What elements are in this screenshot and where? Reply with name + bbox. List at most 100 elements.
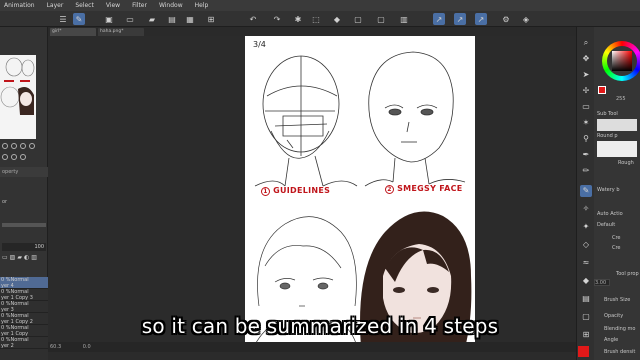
decoration-icon[interactable]: ✦ (580, 221, 592, 233)
zoom-value[interactable]: 60.3 (50, 344, 61, 350)
auto-select-icon[interactable]: ✶ (580, 117, 592, 129)
ruler-snap-icon[interactable]: ↗ (433, 13, 445, 25)
auto-action-set[interactable]: Default (597, 222, 615, 228)
fill-tool-icon[interactable]: ◆ (580, 275, 592, 287)
move-layer-icon[interactable]: ✢ (580, 85, 592, 97)
slider-track[interactable] (2, 223, 46, 227)
layer-row[interactable]: 0 %Normal yer 4 (0, 277, 48, 289)
pencil-tool-icon[interactable]: ✏ (580, 165, 592, 177)
save-icon[interactable]: ▤ (166, 13, 178, 25)
step-2-label: 2 SMEGSY FACE (385, 184, 463, 194)
menu-view[interactable]: View (106, 2, 120, 9)
reset-rotate-icon[interactable] (20, 154, 26, 160)
zoom-out-icon[interactable] (11, 143, 17, 149)
zoom-tool-icon[interactable]: ⌕ (580, 37, 592, 49)
select-all-icon[interactable]: ▢ (352, 13, 364, 25)
brush-tool-icon[interactable]: ✎ (580, 185, 592, 197)
brush-item[interactable]: Round p (597, 133, 618, 139)
pen-tool-icon[interactable]: ✒ (580, 149, 592, 161)
auto-action-header: Auto Actio (597, 211, 623, 217)
navigator-thumbnail[interactable] (0, 55, 36, 139)
fill-icon[interactable]: ◆ (331, 13, 343, 25)
step-1-label: 1 GUIDELINES (261, 186, 330, 196)
delete-layer-icon[interactable]: ▥ (31, 254, 37, 263)
color-saturation-square[interactable] (612, 51, 632, 71)
brush-size-label: Brush Size (604, 297, 631, 303)
print-icon[interactable]: ⊞ (205, 13, 217, 25)
deselect-icon[interactable]: ▢ (375, 13, 387, 25)
tab-girl[interactable]: girl* (50, 28, 96, 36)
brush-preview[interactable] (597, 141, 637, 157)
actual-size-icon[interactable] (11, 154, 17, 160)
menu-select[interactable]: Select (75, 2, 94, 9)
action-item[interactable]: Cre (612, 245, 621, 251)
special-ruler-icon[interactable]: ↗ (454, 13, 466, 25)
main-color-swatch[interactable] (578, 346, 589, 357)
eyedropper-icon[interactable]: ⚲ (580, 133, 592, 145)
menu-window[interactable]: Window (159, 2, 183, 9)
export-icon[interactable]: ▦ (184, 13, 196, 25)
fit-icon[interactable] (2, 154, 8, 160)
tool-label: or (2, 199, 8, 205)
clear-icon[interactable]: ✱ (292, 13, 304, 25)
rotate-icon[interactable] (20, 143, 26, 149)
grid-snap-icon[interactable]: ↗ (475, 13, 487, 25)
command-bar: ☰ ✎ ▣ ▭ ▰ ▤ ▦ ⊞ ↶ ↷ ✱ ⬚ ◆ ▢ ▢ ▥ ↗ ↗ ↗ ⚙ … (0, 11, 640, 27)
menu-filter[interactable]: Filter (132, 2, 147, 9)
snap-icon[interactable]: ▥ (398, 13, 410, 25)
new-file-icon[interactable]: ▭ (124, 13, 136, 25)
new-vector-icon[interactable]: ▨ (10, 254, 16, 263)
brush-item[interactable]: Watery b (597, 187, 620, 193)
layer-row[interactable]: 0 %Normal yer 2 (0, 337, 48, 349)
undo-icon[interactable]: ↶ (247, 13, 259, 25)
coord-value: 0.0 (82, 344, 91, 350)
brush-item[interactable]: Rough (618, 160, 634, 166)
layer-toolbar: ▭ ▨ ▰ ◐ ▥ (2, 254, 46, 263)
menu-help[interactable]: Help (195, 2, 209, 9)
blend-tool-icon[interactable]: ≈ (580, 257, 592, 269)
new-canvas-icon[interactable]: ▣ (103, 13, 115, 25)
layer-opacity-field[interactable]: 100 (2, 243, 46, 251)
folder-icon[interactable]: ▰ (17, 254, 22, 263)
layer-row[interactable]: 0 %Normal yer 3 (0, 301, 48, 313)
rgb-value: 255 (616, 96, 626, 102)
document-tabs: girl* haha.png* (48, 27, 576, 36)
operation-tool-icon[interactable]: ➤ (580, 69, 592, 81)
transform-icon[interactable]: ⬚ (310, 13, 322, 25)
step-1-number: 1 (261, 187, 270, 196)
eraser-icon[interactable]: ◇ (580, 239, 592, 251)
brush-size-value[interactable]: 3.00 (594, 279, 610, 286)
action-item[interactable]: Cre (612, 235, 621, 241)
redo-icon[interactable]: ↷ (271, 13, 283, 25)
gradient-icon[interactable]: ▤ (580, 293, 592, 305)
airbrush-icon[interactable]: ✧ (580, 203, 592, 215)
hamburger-icon[interactable]: ☰ (57, 13, 69, 25)
layer-row[interactable]: 0 %Normal yer 1 Copy 3 (0, 289, 48, 301)
tool-palette: ⌕ ✥ ➤ ✢ ▭ ✶ ⚲ ✒ ✏ ✎ ✧ ✦ ◇ ≈ ◆ ▤ ▢ ⊞ (576, 27, 594, 360)
navigator-controls (0, 141, 48, 163)
move-tool-icon[interactable]: ✥ (580, 53, 592, 65)
menu-animation[interactable]: Animation (4, 2, 35, 9)
mask-icon[interactable]: ◐ (24, 254, 29, 263)
right-panel: 255 Sub Tool Round p Rough Watery b Auto… (594, 27, 640, 360)
current-color-chip[interactable] (598, 86, 606, 94)
canvas-area[interactable]: 3/4 1 GUIDELINES 2 SMEGSY FACE (48, 36, 576, 350)
new-layer-icon[interactable]: ▭ (2, 254, 8, 263)
selection-tool-icon[interactable]: ▭ (580, 101, 592, 113)
left-panel: operty or 100 ▭ ▨ ▰ ◐ ▥ 0 %Normal yer 4 … (0, 27, 48, 360)
settings-icon[interactable]: ⚙ (500, 13, 512, 25)
app-icon[interactable]: ◈ (520, 13, 532, 25)
brush-preview[interactable] (597, 119, 637, 131)
step-2-number: 2 (385, 185, 394, 194)
tab-haha[interactable]: haha.png* (98, 28, 144, 36)
flip-icon[interactable] (29, 143, 35, 149)
drawing-paper[interactable]: 3/4 1 GUIDELINES 2 SMEGSY FACE (245, 36, 475, 348)
property-tab[interactable]: operty (0, 167, 48, 177)
menu-layer[interactable]: Layer (47, 2, 64, 9)
video-subtitle: so it can be summarized in 4 steps (141, 314, 499, 338)
step-2-text: SMEGSY FACE (397, 184, 463, 193)
zoom-in-icon[interactable] (2, 143, 8, 149)
open-folder-icon[interactable]: ▰ (146, 13, 158, 25)
pen-mode-icon[interactable]: ✎ (73, 13, 85, 25)
menu-bar: Animation Layer Select View Filter Windo… (0, 0, 640, 11)
